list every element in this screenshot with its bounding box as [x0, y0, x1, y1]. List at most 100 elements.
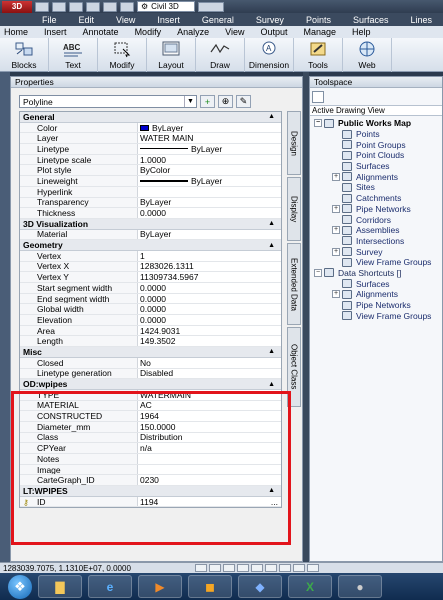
property-value[interactable]: 1424.9031 — [138, 326, 281, 336]
polar-icon[interactable] — [237, 564, 249, 572]
object-type-select[interactable]: Polyline ▼ — [19, 95, 197, 108]
property-row-start-segment-width[interactable]: Start segment width 0.0000 — [20, 283, 281, 294]
text-button[interactable]: ABC Text — [49, 38, 98, 72]
tree-node-assemblies[interactable]: + Assemblies — [310, 225, 442, 236]
expand-icon[interactable]: + — [332, 172, 340, 181]
property-value[interactable]: 1.0000 — [138, 155, 281, 165]
tree-node-corridors[interactable]: Corridors — [310, 214, 442, 225]
property-row-closed[interactable]: Closed No — [20, 357, 281, 369]
property-value[interactable]: No — [138, 358, 281, 368]
menu-insert[interactable]: Insert — [146, 15, 191, 25]
layout-button[interactable]: Layout — [147, 38, 196, 72]
print-icon[interactable] — [86, 1, 100, 12]
property-value[interactable]: 149.3502 — [138, 336, 281, 346]
tree-node-points[interactable]: Points — [310, 129, 442, 140]
modify-button[interactable]: Modify — [98, 38, 147, 72]
property-value[interactable]: ByLayer — [138, 198, 281, 208]
tree-node-data-shortcuts[interactable]: − Data Shortcuts [] — [310, 268, 442, 279]
property-row-material[interactable]: Material ByLayer — [20, 229, 281, 241]
tree-node-intersections[interactable]: Intersections — [310, 236, 442, 247]
property-value[interactable]: Disabled — [138, 369, 281, 379]
menu-general[interactable]: General — [191, 15, 245, 25]
taskbar-outlook[interactable]: ◼ — [188, 575, 232, 598]
draw-button[interactable]: Draw — [196, 38, 245, 72]
tab-help[interactable]: Help — [344, 27, 379, 37]
quick-access-dropdown[interactable] — [198, 1, 224, 12]
property-value[interactable]: ByColor — [138, 165, 281, 175]
section-3d-visualization[interactable]: 3D Visualization ▲ — [20, 219, 281, 230]
property-row-linetype-scale[interactable]: Linetype scale 1.0000 — [20, 154, 281, 166]
property-row-vertex[interactable]: Vertex 1 — [20, 250, 281, 262]
property-value[interactable]: 0.0000 — [138, 208, 281, 218]
menu-file[interactable]: File — [31, 15, 68, 25]
tree-node-pipe-networks[interactable]: + Pipe Networks — [310, 204, 442, 215]
tab-home[interactable]: Home — [0, 27, 36, 37]
otrack-icon[interactable] — [265, 564, 277, 572]
tree-node-point-clouds[interactable]: Point Clouds — [310, 150, 442, 161]
property-value[interactable]: 0.0000 — [138, 294, 281, 304]
grid-icon[interactable] — [209, 564, 221, 572]
menu-surfaces[interactable]: Surfaces — [342, 15, 400, 25]
quick-select-button[interactable]: ✎ — [236, 95, 251, 108]
blocks-button[interactable]: Blocks — [0, 38, 49, 72]
property-value[interactable]: 11309734.5967 — [138, 272, 281, 282]
save-icon[interactable] — [69, 1, 83, 12]
property-row-thickness[interactable]: Thickness 0.0000 — [20, 208, 281, 219]
web-button[interactable]: Web — [343, 38, 392, 72]
property-row-hyperlink[interactable]: Hyperlink — [20, 186, 281, 198]
property-row-global-width[interactable]: Global width 0.0000 — [20, 304, 281, 316]
section-general[interactable]: General ▲ — [20, 112, 281, 123]
tab-view[interactable]: View — [217, 27, 252, 37]
taskbar-autocad[interactable]: ◆ — [238, 575, 282, 598]
property-value[interactable]: ByLayer — [138, 230, 281, 240]
new-icon[interactable] — [35, 1, 49, 12]
menu-edit[interactable]: Edit — [68, 15, 106, 25]
tab-output[interactable]: Output — [252, 27, 295, 37]
undo-icon[interactable] — [103, 1, 117, 12]
tree-node-view-frame-groups[interactable]: View Frame Groups — [310, 257, 442, 268]
property-row-length[interactable]: Length 149.3502 — [20, 336, 281, 348]
tree-node-point-groups[interactable]: Point Groups — [310, 139, 442, 150]
property-row-transparency[interactable]: Transparency ByLayer — [20, 197, 281, 209]
property-row-end-segment-width[interactable]: End segment width 0.0000 — [20, 293, 281, 305]
tab-modify[interactable]: Modify — [127, 27, 170, 37]
snap-icon[interactable] — [195, 564, 207, 572]
tab-annotate[interactable]: Annotate — [75, 27, 127, 37]
menu-points[interactable]: Points — [295, 15, 342, 25]
tree-node-surfaces[interactable]: Surfaces — [310, 278, 442, 289]
dyn-icon[interactable] — [293, 564, 305, 572]
tree-node-sites[interactable]: Sites — [310, 182, 442, 193]
toggle-pickadd-button[interactable]: + — [200, 95, 215, 108]
application-menu-button[interactable]: 3D — [2, 0, 32, 13]
tree-node-catchments[interactable]: Catchments — [310, 193, 442, 204]
property-row-lineweight[interactable]: Lineweight ByLayer — [20, 176, 281, 187]
section-misc[interactable]: Misc ▲ — [20, 347, 281, 358]
tree-node-public-works-map[interactable]: − Public Works Map — [310, 118, 442, 129]
tree-node-alignments[interactable]: + Alignments — [310, 171, 442, 182]
property-row-layer[interactable]: Layer WATER MAIN — [20, 133, 281, 145]
taskbar-excel[interactable]: X — [288, 575, 332, 598]
property-row-elevation[interactable]: Elevation 0.0000 — [20, 315, 281, 326]
expand-icon[interactable]: + — [332, 247, 340, 256]
start-button[interactable]: ❖ — [8, 574, 32, 599]
workspace-select[interactable]: ⚙ Civil 3D — [137, 1, 195, 12]
property-row-vertex-x[interactable]: Vertex X 1283026.1311 — [20, 261, 281, 273]
property-row-linetype[interactable]: Linetype ByLayer — [20, 144, 281, 155]
expand-icon[interactable]: + — [332, 226, 340, 235]
side-tab-design[interactable]: Design — [287, 111, 301, 175]
tree-node-pipe-networks[interactable]: Pipe Networks — [310, 300, 442, 311]
lineweight-toggle-icon[interactable] — [307, 564, 319, 572]
property-row-color[interactable]: Color ByLayer — [20, 122, 281, 134]
tab-active-drawing-view[interactable]: Active Drawing View — [310, 105, 442, 116]
property-row-vertex-y[interactable]: Vertex Y 11309734.5967 — [20, 272, 281, 283]
tab-analyze[interactable]: Analyze — [169, 27, 217, 37]
tab-manage[interactable]: Manage — [296, 27, 345, 37]
expand-icon[interactable]: + — [332, 290, 340, 299]
dimension-button[interactable]: A Dimension — [245, 38, 294, 72]
ortho-icon[interactable] — [223, 564, 235, 572]
side-tab-display[interactable]: Display — [287, 177, 301, 241]
property-value[interactable]: ByLayer — [138, 123, 281, 132]
property-value[interactable]: 1283026.1311 — [138, 262, 281, 272]
taskbar-explorer[interactable]: ▇ — [38, 575, 82, 598]
select-objects-button[interactable]: ⊕ — [218, 95, 233, 108]
